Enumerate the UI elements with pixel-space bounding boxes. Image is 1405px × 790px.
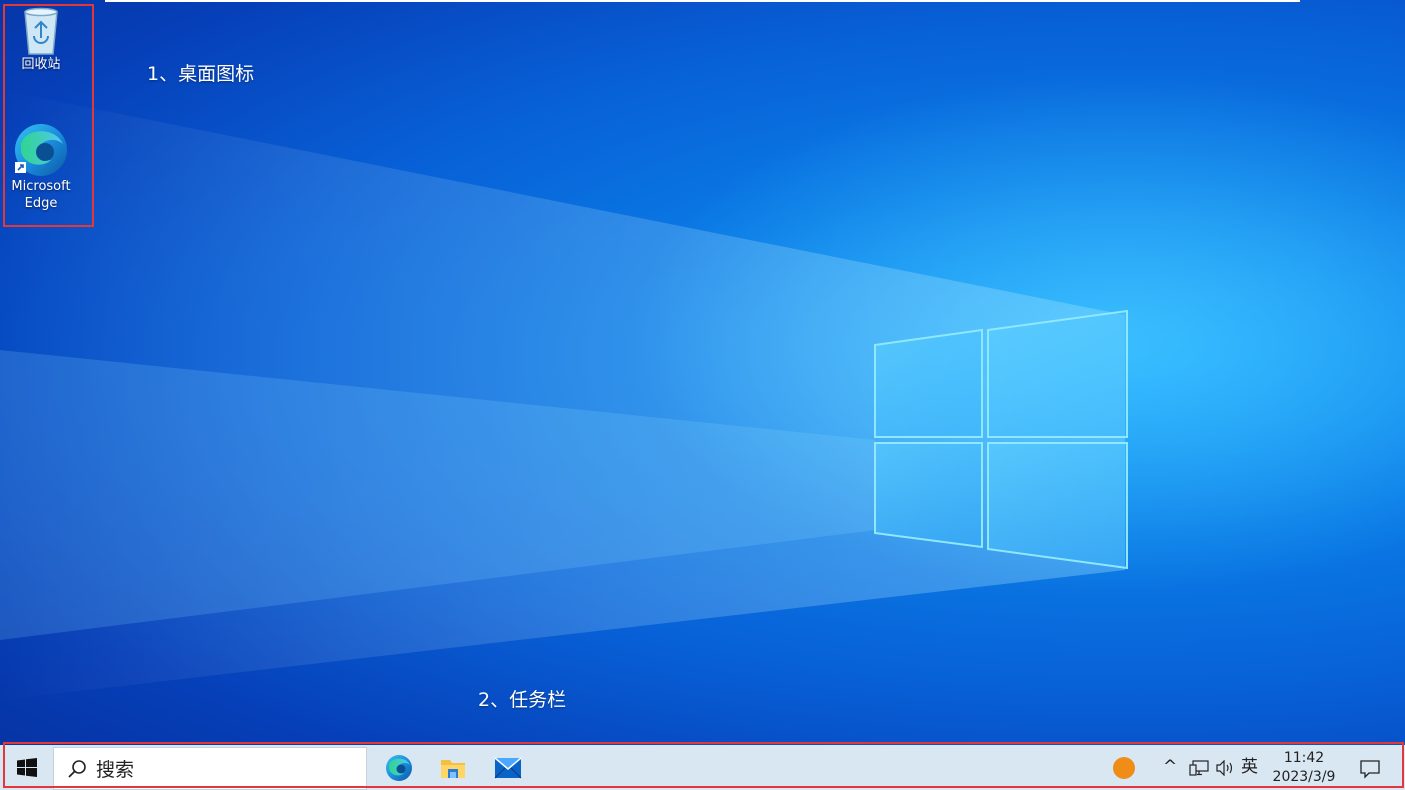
- taskbar-app-file-explorer[interactable]: [435, 750, 471, 786]
- edge-label-line2: Edge: [24, 196, 58, 211]
- folder-icon: [441, 760, 465, 778]
- edge-label-line1: Microsoft: [11, 179, 71, 194]
- desktop-edge-shortcut[interactable]: Microsoft Edge: [3, 122, 79, 212]
- notification-center-button[interactable]: [1355, 754, 1385, 784]
- taskbar-app-mail[interactable]: [490, 750, 526, 786]
- input-method-indicator[interactable]: 英: [1241, 757, 1258, 777]
- edge-icon: [15, 124, 67, 176]
- windows-logo-icon: [874, 309, 1128, 570]
- speaker-icon: [1216, 759, 1233, 777]
- annotation-taskbar: 2、任务栏: [478, 689, 567, 711]
- annotation-desktop-icons: 1、桌面图标: [147, 63, 255, 85]
- weather-sun-icon: [1113, 757, 1135, 779]
- recycle-bin[interactable]: 回收站: [3, 6, 79, 73]
- windows-start-icon: [17, 758, 37, 777]
- edge-icon: [386, 755, 412, 781]
- start-button[interactable]: [10, 751, 44, 785]
- search-icon: [68, 759, 86, 778]
- network-icon: [1189, 760, 1209, 776]
- taskbar-weather[interactable]: [1106, 750, 1142, 786]
- clock-time: 11:42: [1283, 750, 1325, 766]
- recycle-bin-icon: [24, 7, 58, 55]
- search-placeholder: 搜索: [96, 759, 135, 781]
- top-edge-bar: [105, 0, 1300, 2]
- notification-icon: [1360, 760, 1380, 779]
- clock[interactable]: 11:42 2023/3/9: [1268, 749, 1340, 787]
- search-box[interactable]: 搜索: [53, 747, 367, 790]
- network-status[interactable]: [1189, 760, 1209, 781]
- recycle-bin-label: 回收站: [21, 57, 61, 72]
- clock-date: 2023/3/9: [1272, 769, 1336, 785]
- mail-icon: [494, 757, 522, 779]
- wallpaper: [0, 0, 1405, 740]
- volume-control[interactable]: [1215, 759, 1235, 781]
- taskbar-app-edge[interactable]: [381, 750, 417, 786]
- show-hidden-icons-chevron[interactable]: ^: [1163, 757, 1177, 777]
